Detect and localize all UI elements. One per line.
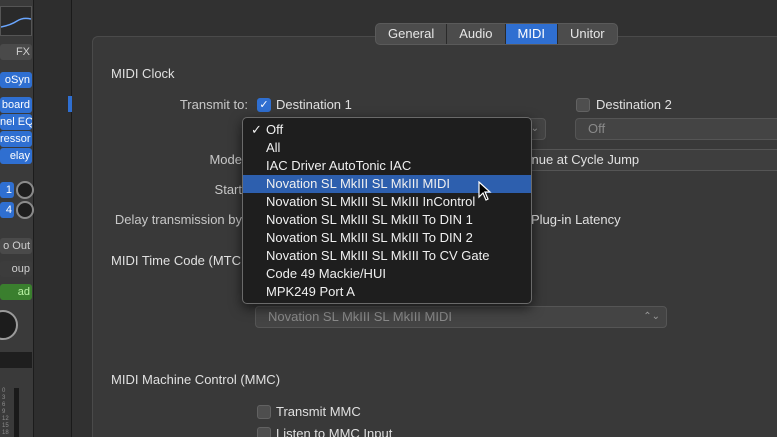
transmit-to-label: Transmit to: — [179, 97, 248, 112]
plugin-slot-4[interactable]: elay — [0, 148, 32, 164]
mixer-channel-strip-2 — [34, 0, 72, 437]
pan-knob[interactable] — [0, 310, 18, 340]
updown-chevron-icon: ⌃⌄ — [643, 311, 660, 322]
send-knob-1[interactable] — [16, 181, 34, 199]
mmc-title: MIDI Machine Control (MMC) — [111, 372, 281, 387]
destination-dropdown-menu: ✓ Off All IAC Driver AutoTonic IAC Novati… — [242, 117, 532, 304]
volume-readout — [0, 352, 32, 368]
mixer-channel-strip: FX oSyn board nel EQ ressor elay 1 4 o O… — [0, 0, 34, 437]
mode-popup[interactable]: tinue at Cycle Jump — [520, 149, 777, 171]
mouse-pointer-icon — [478, 181, 492, 201]
destination-2-label: Destination 2 — [596, 97, 672, 112]
eq-thumbnail[interactable] — [0, 6, 32, 36]
send-knob-2[interactable] — [16, 201, 34, 219]
preferences-tab-bar: General Audio MIDI Unitor — [375, 23, 618, 45]
menu-item-code49[interactable]: Code 49 Mackie/HUI — [243, 265, 531, 283]
listen-mmc-checkbox[interactable] — [257, 427, 271, 437]
plugin-slot-3[interactable]: ressor — [0, 131, 32, 147]
start-label: Start — [214, 182, 242, 197]
mtc-title: MIDI Time Code (MTC — [111, 253, 242, 268]
audio-fx-slot-label[interactable]: FX — [0, 44, 32, 60]
send-slot-2[interactable]: 4 — [0, 202, 14, 218]
plugin-slot-instrument[interactable]: oSyn — [0, 72, 32, 88]
transmit-mmc-checkbox[interactable] — [257, 405, 271, 419]
automation-mode[interactable]: ad — [0, 284, 32, 300]
plugin-latency-label: Plug-in Latency — [531, 212, 621, 227]
menu-item-iac-driver[interactable]: IAC Driver AutoTonic IAC — [243, 157, 531, 175]
listen-mmc-label: Listen to MMC Input — [276, 426, 393, 437]
menu-item-novation-din1[interactable]: Novation SL MkIII SL MkIII To DIN 1 — [243, 211, 531, 229]
tab-general[interactable]: General — [376, 24, 448, 44]
menu-item-novation-din2[interactable]: Novation SL MkIII SL MkIII To DIN 2 — [243, 229, 531, 247]
output-slot[interactable]: o Out — [0, 238, 32, 254]
destination-1-label: Destination 1 — [276, 97, 352, 112]
group-slot[interactable]: oup — [0, 261, 32, 277]
eq-curve-icon — [0, 17, 32, 28]
menu-item-novation-cv-gate[interactable]: Novation SL MkIII SL MkIII To CV Gate — [243, 247, 531, 265]
menu-item-mpk249[interactable]: MPK249 Port A — [243, 283, 531, 301]
send-slot-1[interactable]: 1 — [0, 182, 14, 198]
transmit-mmc-label: Transmit MMC — [276, 404, 361, 419]
level-meter — [14, 388, 19, 437]
destination-2-checkbox[interactable] — [576, 98, 590, 112]
menu-item-all[interactable]: All — [243, 139, 531, 157]
tab-audio[interactable]: Audio — [447, 24, 506, 44]
destination-1-checkbox[interactable]: ✓ — [257, 98, 271, 112]
mode-label: Mode — [209, 152, 242, 167]
mtc-destination-popup[interactable]: Novation SL MkIII SL MkIII MIDI ⌃⌄ — [255, 306, 667, 328]
plugin-slot-1[interactable]: board — [0, 97, 32, 113]
destination-2-popup[interactable]: Off — [575, 118, 777, 140]
menu-item-off[interactable]: ✓ Off — [243, 121, 531, 139]
midi-clock-title: MIDI Clock — [111, 66, 175, 81]
checkmark-icon: ✓ — [251, 122, 262, 137]
plugin-slot-2[interactable]: nel EQ — [0, 114, 32, 130]
tab-unitor[interactable]: Unitor — [558, 24, 617, 44]
delay-transmission-label: Delay transmission by — [114, 212, 242, 227]
tab-midi[interactable]: MIDI — [505, 24, 558, 44]
